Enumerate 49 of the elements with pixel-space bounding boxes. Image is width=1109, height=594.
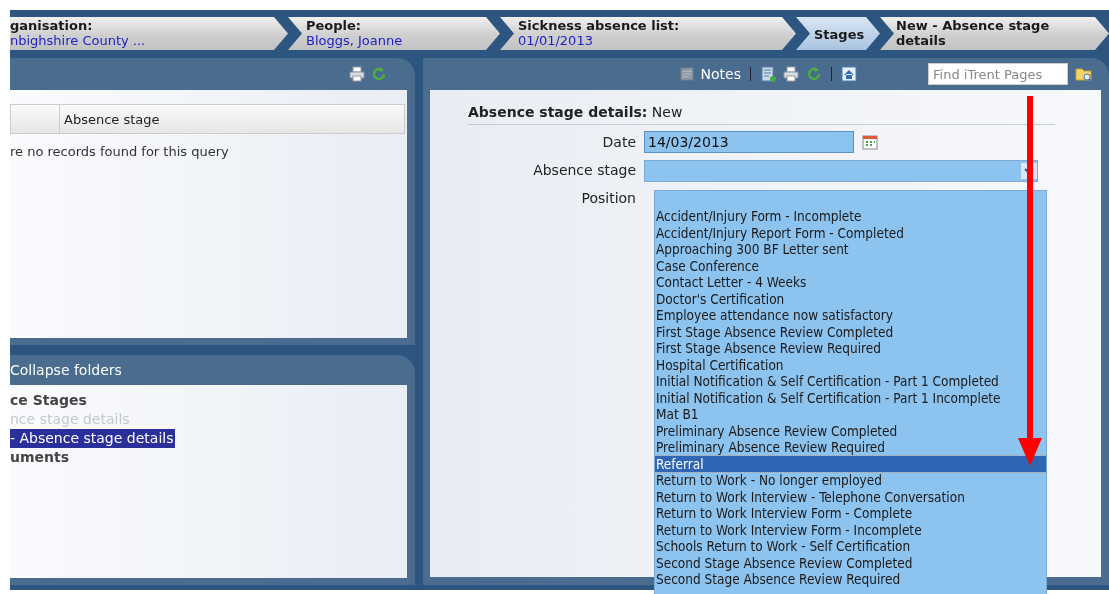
- dropdown-option[interactable]: Approaching 300 BF Letter sent: [655, 241, 1046, 258]
- breadcrumb-tab[interactable]: Sickness absence list: 01/01/2013: [500, 17, 796, 50]
- dropdown-option[interactable]: Contact Letter - 4 Weeks: [655, 274, 1046, 291]
- home-icon[interactable]: [841, 66, 857, 82]
- tree-item[interactable]: - Absence stage details: [10, 429, 176, 448]
- tree-folder[interactable]: uments: [10, 448, 407, 467]
- dropdown-option[interactable]: Initial Notification & Self Certification - Part 1 Incomplete: [655, 389, 1046, 406]
- dropdown-option[interactable]: First Stage Absence Review Completed: [655, 323, 1046, 340]
- dropdown-option[interactable]: Accident/Injury Form - Incomplete: [655, 208, 1046, 225]
- breadcrumb-tab[interactable]: New - Absence stage details: [880, 17, 1109, 50]
- calendar-icon[interactable]: [862, 134, 878, 150]
- dropdown-option[interactable]: Return to Work Interview Form - Complete: [655, 505, 1046, 522]
- refresh-icon[interactable]: [806, 66, 822, 82]
- notes-link[interactable]: Notes: [700, 66, 741, 82]
- search-field[interactable]: Find iTrent Pages: [928, 63, 1068, 85]
- folder-search-icon[interactable]: [1075, 66, 1093, 82]
- dropdown-option[interactable]: Preliminary Absence Review Required: [655, 439, 1046, 456]
- dropdown-option[interactable]: Hospital Certification: [655, 356, 1046, 373]
- empty-message: re no records found for this query: [10, 143, 230, 159]
- dropdown-option[interactable]: First Stage Absence Review Required: [655, 340, 1046, 357]
- field-label: Position: [580, 190, 636, 206]
- field-label: Absence stage: [532, 162, 636, 178]
- dropdown-option[interactable]: Return to Work - No longer employed: [655, 472, 1046, 489]
- dropdown-option[interactable]: Accident/Injury Report Form - Completed: [655, 224, 1046, 241]
- section-heading: Absence stage details: New: [468, 104, 1055, 125]
- field-label: Date: [601, 134, 636, 150]
- dropdown-option[interactable]: Return to Work Interview Form - Incomplete: [655, 521, 1046, 538]
- collapse-folders-link[interactable]: Collapse folders: [10, 362, 122, 378]
- dropdown-option[interactable]: Initial Notification & Self Certification - Part 1 Completed: [655, 373, 1046, 390]
- dropdown-option[interactable]: Doctor's Certification: [655, 290, 1046, 307]
- dropdown-option[interactable]: Employee attendance now satisfactory: [655, 307, 1046, 324]
- dropdown-option[interactable]: Case Conference: [655, 257, 1046, 274]
- dropdown-option[interactable]: Referral: [655, 455, 1046, 472]
- notes-icon[interactable]: [679, 67, 694, 81]
- date-field[interactable]: 14/03/2013: [644, 131, 854, 153]
- dropdown-option[interactable]: Second Stage Absence Review Completed: [655, 554, 1046, 571]
- print-icon[interactable]: [349, 66, 365, 82]
- dropdown-option[interactable]: Schools Return to Work - Self Certification: [655, 538, 1046, 555]
- dropdown-option[interactable]: Return to Work Interview - Telephone Conversation: [655, 488, 1046, 505]
- dropdown-option[interactable]: Mat B1: [655, 406, 1046, 423]
- breadcrumb-tab[interactable]: ganisation: nbighshire County ...: [10, 17, 288, 50]
- dropdown-option[interactable]: Preliminary Absence Review Completed: [655, 422, 1046, 439]
- new-document-icon[interactable]: [760, 66, 776, 82]
- tree-folder[interactable]: ce Stages: [10, 391, 407, 410]
- breadcrumb-tab[interactable]: Stages: [796, 17, 880, 50]
- print-icon[interactable]: [783, 66, 799, 82]
- dropdown-option[interactable]: Second Stage Absence Review Required: [655, 571, 1046, 588]
- breadcrumb-tab[interactable]: People: Bloggs, Joanne: [288, 17, 500, 50]
- refresh-icon[interactable]: [371, 66, 387, 82]
